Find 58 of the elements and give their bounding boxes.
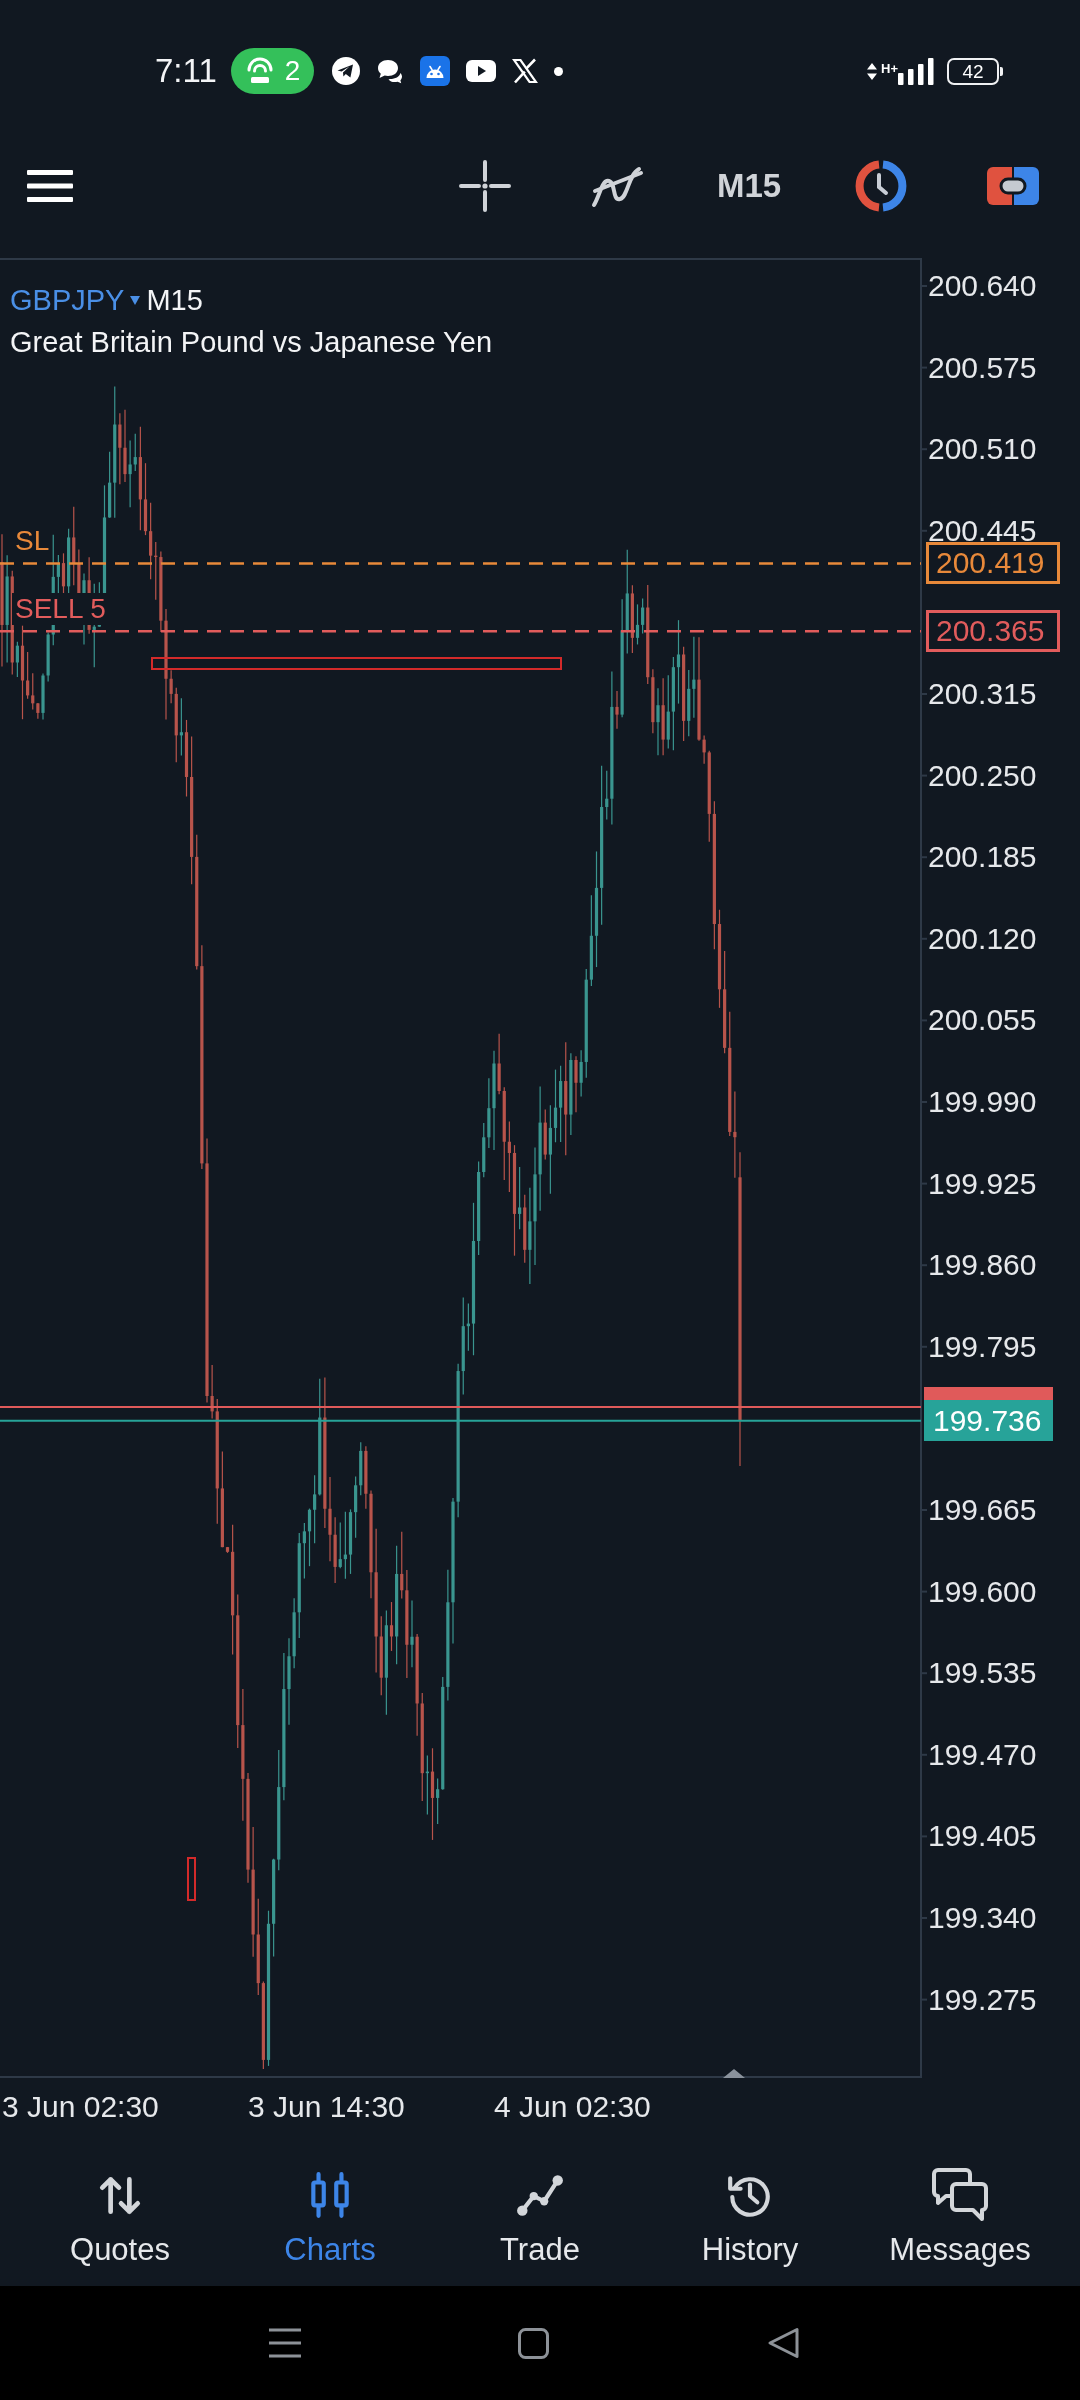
order-price-tag: 200.365 xyxy=(926,610,1060,653)
data-arrows-icon xyxy=(867,62,877,80)
symbol-selector[interactable]: GBPJPY xyxy=(10,279,141,321)
price-axis-label: 199.535 xyxy=(928,1655,1037,1692)
three-lines-icon[interactable] xyxy=(267,2328,302,2358)
price-axis-label: 200.510 xyxy=(928,431,1037,468)
triangle-marker-icon[interactable] xyxy=(723,2069,745,2078)
nav-tab[interactable]: Trade xyxy=(435,2135,645,2286)
nav-tab[interactable]: History xyxy=(645,2135,855,2286)
robot-icon xyxy=(420,56,451,86)
timeframe-button[interactable]: M15 xyxy=(716,166,782,206)
order-price-tag: 200.419 xyxy=(926,542,1060,585)
price-axis-label: 200.185 xyxy=(928,839,1037,876)
time-axis-label: 3 Jun 14:30 xyxy=(248,2090,405,2123)
nav-tab[interactable]: Charts xyxy=(225,2135,435,2286)
price-axis-label: 200.575 xyxy=(928,349,1037,386)
chat-bubbles-icon xyxy=(376,58,405,84)
price-axis-label: 199.665 xyxy=(928,1492,1037,1528)
price-axis-label: 199.600 xyxy=(928,1573,1037,1610)
time-axis-label: 4 Jun 02:30 xyxy=(494,2090,651,2123)
price-axis-label: 199.275 xyxy=(928,1981,1037,2018)
price-axis-label: 199.405 xyxy=(928,1818,1037,1855)
price-axis-label: 200.640 xyxy=(928,268,1037,304)
nav-tab[interactable]: Quotes xyxy=(15,2135,225,2286)
rounded-square-icon[interactable] xyxy=(518,2327,549,2359)
battery-indicator: 42 xyxy=(947,57,1003,85)
nav-tab[interactable]: Messages xyxy=(855,2135,1065,2286)
price-axis-label: 199.470 xyxy=(928,1736,1037,1773)
ask-price-tag: 199.736 xyxy=(924,1399,1053,1441)
menu-icon[interactable] xyxy=(27,170,73,202)
x-letter-icon xyxy=(512,58,539,84)
order-line-label: SELL 5 xyxy=(12,593,109,626)
split-square-icon[interactable] xyxy=(987,167,1039,205)
clock-icon[interactable] xyxy=(855,160,907,212)
timeframe-label: M15 xyxy=(146,283,203,318)
play-button-icon xyxy=(466,60,497,82)
hotspot-count: 2 xyxy=(284,55,301,87)
price-axis-label: 199.925 xyxy=(928,1165,1037,1202)
signal-bars-icon xyxy=(898,57,934,85)
price-axis-label: 200.120 xyxy=(928,920,1037,957)
paper-plane-icon xyxy=(332,57,361,85)
chat-bubbles-icon xyxy=(930,2168,990,2222)
dot-icon xyxy=(554,66,564,76)
price-axis-label: 200.315 xyxy=(928,676,1037,712)
crosshair-icon[interactable] xyxy=(459,160,511,212)
price-axis-label: 199.340 xyxy=(928,1900,1037,1936)
time-axis-label: 3 Jun 02:30 xyxy=(2,2090,159,2123)
caret-icon xyxy=(130,295,141,305)
price-axis-label: 200.250 xyxy=(928,757,1037,794)
drawn-rectangle xyxy=(187,1857,196,1901)
status-time: 7:11 xyxy=(155,51,217,91)
left-triangle-icon[interactable] xyxy=(766,2327,799,2359)
instrument-description: Great Britain Pound vs Japanese Yen xyxy=(10,325,493,360)
price-axis-label: 199.795 xyxy=(928,1328,1037,1365)
network-type-label: H+ xyxy=(881,61,898,76)
price-axis-label: 199.990 xyxy=(928,1084,1037,1120)
price-axis-label: 199.860 xyxy=(928,1247,1037,1284)
price-axis-label: 200.055 xyxy=(928,1002,1037,1039)
